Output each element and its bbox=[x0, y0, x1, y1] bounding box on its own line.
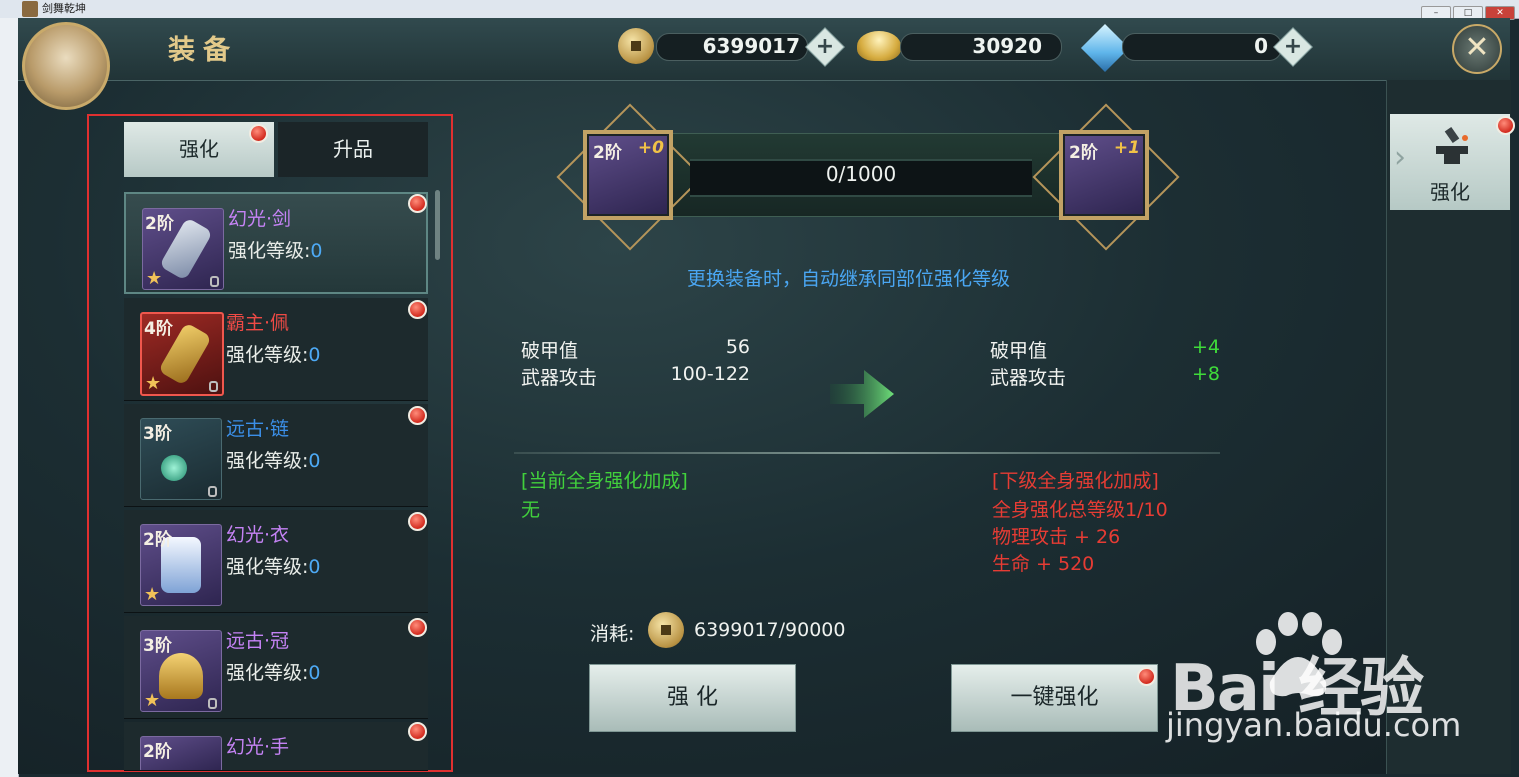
chevron-right-icon: › bbox=[1394, 140, 1406, 175]
side-tab-label: 强化 bbox=[1430, 180, 1470, 204]
tier-label: 2阶 bbox=[593, 143, 622, 163]
tier-label: 4阶 bbox=[144, 319, 173, 339]
plus-icon: + bbox=[1283, 34, 1303, 59]
stat-label: 破甲值 bbox=[521, 340, 579, 362]
list-item[interactable]: 3阶 远古·链 强化等级:0 bbox=[124, 404, 428, 507]
plus-icon: + bbox=[815, 34, 835, 59]
star-icon: ★ bbox=[144, 690, 161, 711]
one-click-strengthen-button[interactable]: 一键强化 bbox=[951, 664, 1158, 732]
item-icon: 2阶 ★ bbox=[140, 524, 222, 606]
avatar[interactable] bbox=[22, 22, 110, 110]
gold-ingot-value: 30920 bbox=[972, 34, 1042, 58]
stat-label: 武器攻击 bbox=[990, 367, 1067, 389]
arrow-right-icon bbox=[830, 370, 894, 418]
star-icon: ★ bbox=[144, 584, 161, 605]
next-bonus-line: 全身强化总等级1/10 bbox=[992, 499, 1168, 521]
stat-value: 56 bbox=[725, 336, 750, 358]
baidu-watermark-url: jingyan.baidu.com bbox=[1166, 706, 1462, 744]
stat-label: 破甲值 bbox=[990, 340, 1048, 362]
list-item[interactable]: 4阶 ★ 霸主·佩 强化等级:0 bbox=[124, 298, 428, 401]
list-item[interactable]: 2阶 幻光·手 bbox=[124, 722, 428, 771]
tier-label: 2阶 bbox=[143, 530, 172, 550]
item-level: 强化等级:0 bbox=[226, 344, 321, 366]
cost-label: 消耗: bbox=[590, 623, 635, 645]
list-item[interactable]: 3阶 ★ 远古·冠 强化等级:0 bbox=[124, 616, 428, 719]
divider bbox=[514, 452, 1220, 454]
cost-value: 6399017/90000 bbox=[694, 619, 846, 641]
notification-dot bbox=[408, 406, 427, 425]
lock-icon bbox=[208, 698, 217, 709]
tier-label: 2阶 bbox=[143, 742, 172, 762]
stat-bonus: +4 bbox=[1191, 336, 1220, 358]
app-icon bbox=[22, 1, 38, 17]
tab-upgrade[interactable]: 升品 bbox=[278, 122, 428, 177]
tier-label: 3阶 bbox=[143, 424, 172, 444]
list-item[interactable]: 2阶 ★ 幻光·剑 强化等级:0 bbox=[124, 192, 428, 294]
notification-dot bbox=[408, 618, 427, 637]
next-bonus-line: 生命 + 520 bbox=[992, 553, 1095, 575]
item-name: 远古·冠 bbox=[226, 630, 290, 652]
item-level: 强化等级:0 bbox=[226, 662, 321, 684]
close-icon[interactable]: ✕ bbox=[1452, 24, 1502, 74]
page-title: 装备 bbox=[168, 35, 238, 66]
list-item[interactable]: 2阶 ★ 幻光·衣 强化等级:0 bbox=[124, 510, 428, 613]
stat-value: 100-122 bbox=[670, 363, 750, 385]
window-titlebar: 剑舞乾坤 – □ ✕ bbox=[0, 0, 1519, 20]
item-level: 强化等级:0 bbox=[228, 240, 323, 262]
plus-level: +0 bbox=[637, 138, 664, 158]
item-icon: 4阶 ★ bbox=[140, 312, 224, 396]
anvil-hammer-icon bbox=[1436, 126, 1468, 164]
gold-ingot-icon bbox=[857, 31, 901, 61]
stat-label: 武器攻击 bbox=[521, 367, 598, 389]
item-icon: 3阶 ★ bbox=[140, 630, 222, 712]
tier-label: 2阶 bbox=[1069, 143, 1098, 163]
lock-icon bbox=[210, 276, 219, 287]
notification-dot bbox=[1496, 116, 1515, 135]
notification-dot bbox=[1137, 667, 1156, 686]
item-icon: 3阶 bbox=[140, 418, 222, 500]
notification-dot bbox=[408, 722, 427, 741]
tier-label: 3阶 bbox=[143, 636, 172, 656]
copper-coin-value: 6399017 bbox=[702, 34, 800, 58]
copper-coin-icon bbox=[648, 612, 684, 648]
stat-bonus: +8 bbox=[1191, 363, 1220, 385]
item-name: 远古·链 bbox=[226, 418, 290, 440]
item-level: 强化等级:0 bbox=[226, 450, 321, 472]
item-icon: 2阶 bbox=[140, 736, 222, 770]
next-bonus-title: [下级全身强化加成] bbox=[992, 470, 1159, 492]
strengthen-button[interactable]: 强 化 bbox=[589, 664, 796, 732]
plus-level: +1 bbox=[1113, 138, 1140, 158]
lock-icon bbox=[208, 486, 217, 497]
item-name: 幻光·手 bbox=[226, 736, 290, 758]
inherit-hint: 更换装备时，自动继承同部位强化等级 bbox=[687, 268, 1011, 290]
current-bonus-line: 无 bbox=[521, 499, 541, 521]
window-controls: – □ ✕ bbox=[1419, 0, 1515, 20]
item-icon: 2阶 ★ bbox=[142, 208, 224, 290]
star-icon: ★ bbox=[146, 268, 163, 289]
diamond-value: 0 bbox=[1254, 34, 1268, 58]
baidu-paw-icon bbox=[1256, 612, 1342, 697]
notification-dot bbox=[408, 194, 427, 213]
background-window-strip bbox=[0, 18, 19, 777]
scrollbar[interactable] bbox=[435, 190, 440, 260]
item-level: 强化等级:0 bbox=[226, 556, 321, 578]
copper-coin-icon bbox=[618, 28, 654, 64]
current-equip-icon: 2阶 +0 bbox=[589, 136, 667, 214]
next-equip-icon: 2阶 +1 bbox=[1065, 136, 1143, 214]
tier-label: 2阶 bbox=[145, 214, 174, 234]
item-name: 霸主·佩 bbox=[226, 312, 290, 334]
item-name: 幻光·衣 bbox=[226, 524, 290, 546]
notification-dot bbox=[408, 300, 427, 319]
notification-dot bbox=[408, 512, 427, 531]
current-bonus-title: [当前全身强化加成] bbox=[521, 470, 688, 492]
lock-icon bbox=[209, 381, 218, 392]
next-bonus-line: 物理攻击 + 26 bbox=[992, 526, 1121, 548]
window-title: 剑舞乾坤 bbox=[42, 2, 86, 15]
progress-text: 0/1000 bbox=[825, 162, 897, 186]
notification-dot bbox=[249, 124, 268, 143]
item-name: 幻光·剑 bbox=[228, 208, 292, 230]
star-icon: ★ bbox=[145, 373, 162, 394]
